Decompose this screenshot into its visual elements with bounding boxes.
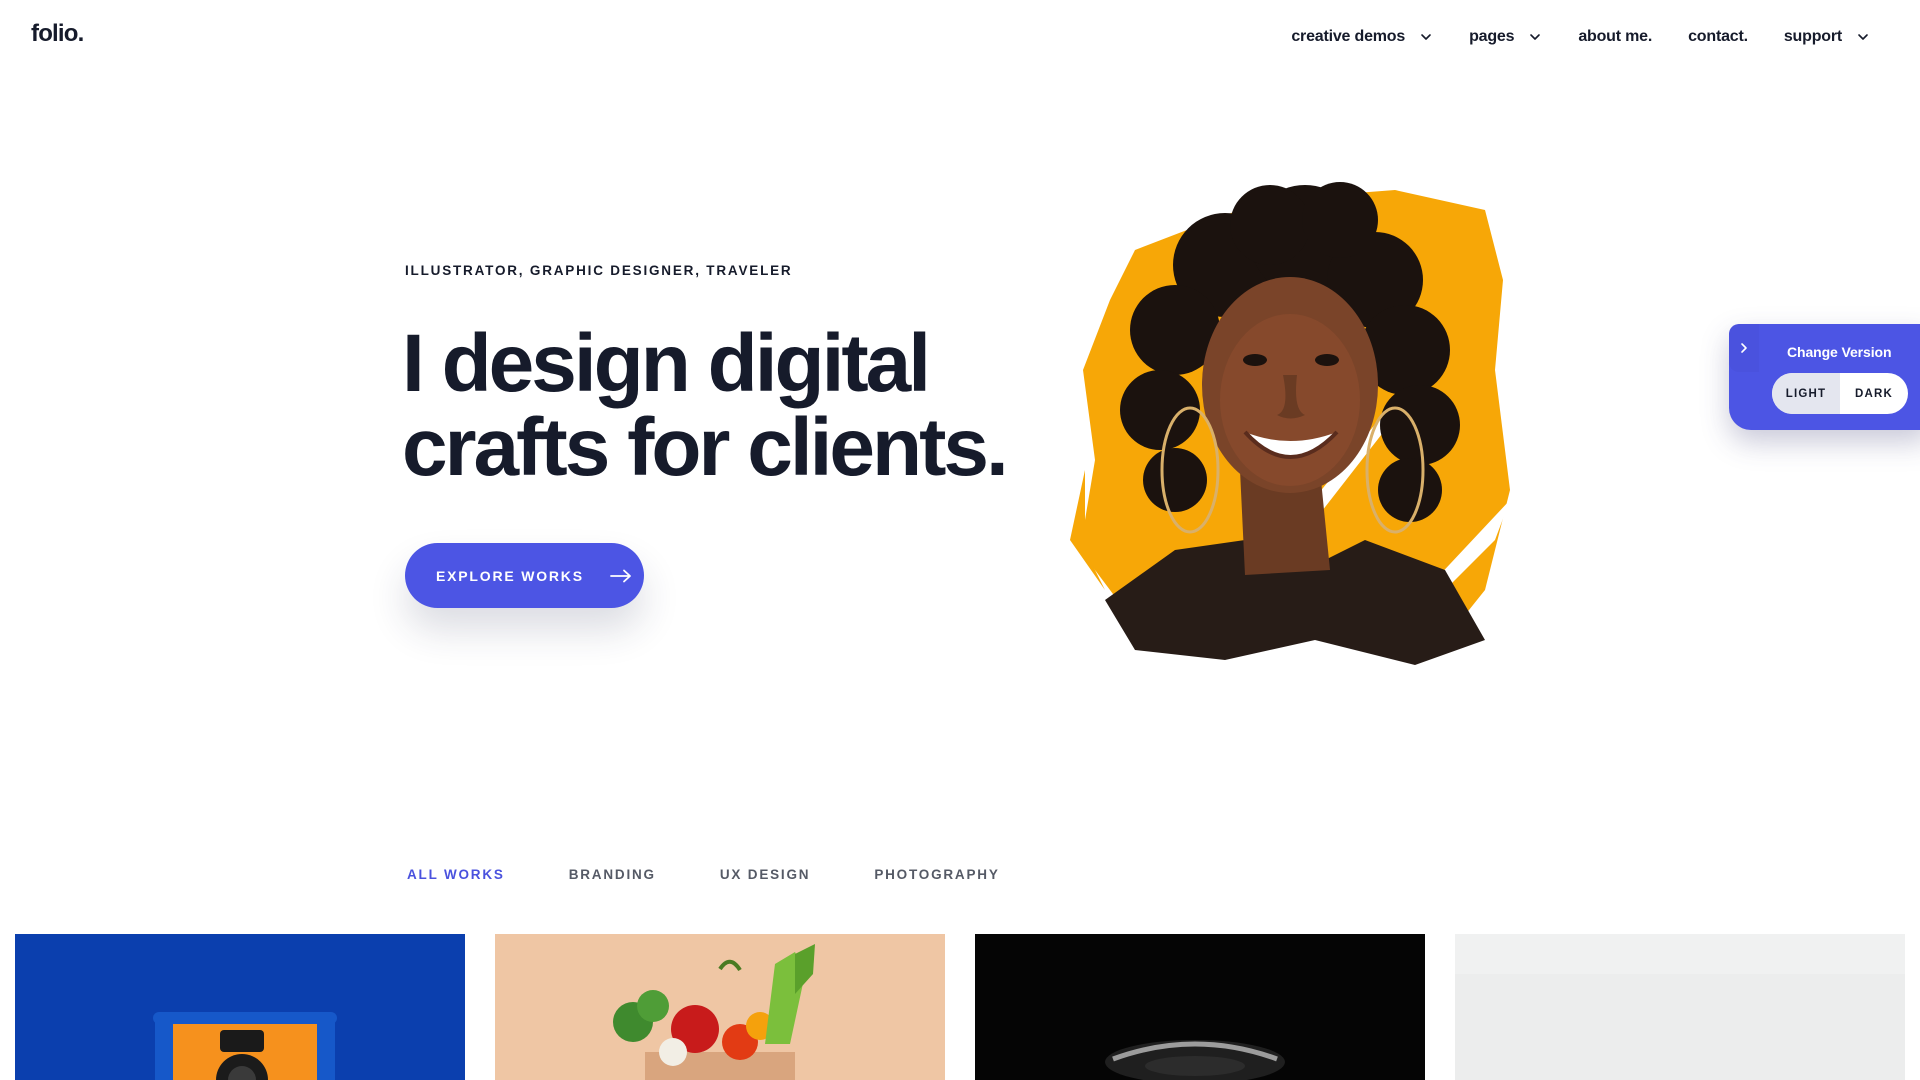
nav-creative-demos[interactable]: creative demos [1291,28,1433,46]
hero-eyebrow: ILLUSTRATOR, GRAPHIC DESIGNER, TRAVELER [405,263,793,278]
arrow-right-icon [609,569,631,582]
filter-branding[interactable]: BRANDING [569,867,656,882]
theme-switch: LIGHT DARK [1772,373,1908,414]
filter-photography[interactable]: PHOTOGRAPHY [874,867,999,882]
work-item-light[interactable] [1455,934,1905,1080]
hero-headline: I design digital crafts for clients. [402,322,1009,493]
chevron-right-icon [1741,343,1747,353]
nav-creative-demos-label: creative demos [1291,28,1406,45]
site-logo[interactable]: folio. [31,20,84,48]
portfolio-filters: ALL WORKS BRANDING UX DESIGN PHOTOGRAPHY [407,867,1000,882]
dark-object-photo [1105,1040,1285,1080]
light-option[interactable]: LIGHT [1772,373,1840,414]
grocery-bag-photo [613,944,815,1080]
light-gray-photo [1455,934,1905,1080]
main-nav: creative demos pages about me. contact. … [1291,28,1870,46]
panel-toggle-button[interactable] [1729,324,1759,372]
work-item-dark-object[interactable] [975,934,1425,1080]
nav-pages[interactable]: pages [1469,28,1542,46]
nav-support[interactable]: support [1784,28,1870,46]
nav-about-me[interactable]: about me. [1578,28,1652,46]
chevron-down-icon [1421,34,1431,40]
nav-support-label: support [1783,28,1842,45]
change-version-panel: Change Version LIGHT DARK [1729,324,1920,430]
explore-works-button[interactable]: EXPLORE WORKS [405,543,644,608]
nav-pages-label: pages [1469,28,1515,45]
portrait-photo [1070,182,1510,665]
hero-headline-line-1: I design digital [402,318,931,409]
camera-photo [153,1012,337,1080]
hero-headline-line-2: crafts for clients. [402,402,1009,493]
filter-ux-design[interactable]: UX DESIGN [720,867,810,882]
work-item-camera[interactable] [15,934,465,1080]
chevron-down-icon [1858,34,1868,40]
filter-all-works[interactable]: ALL WORKS [407,867,505,882]
nav-contact[interactable]: contact. [1688,28,1748,46]
nav-contact-label: contact. [1688,28,1748,45]
explore-works-label: EXPLORE WORKS [436,567,584,584]
dark-option[interactable]: DARK [1840,373,1908,414]
chevron-down-icon [1530,34,1541,40]
nav-about-me-label: about me. [1578,28,1653,45]
work-item-grocery[interactable] [495,934,945,1080]
change-version-title: Change Version [1787,344,1892,360]
